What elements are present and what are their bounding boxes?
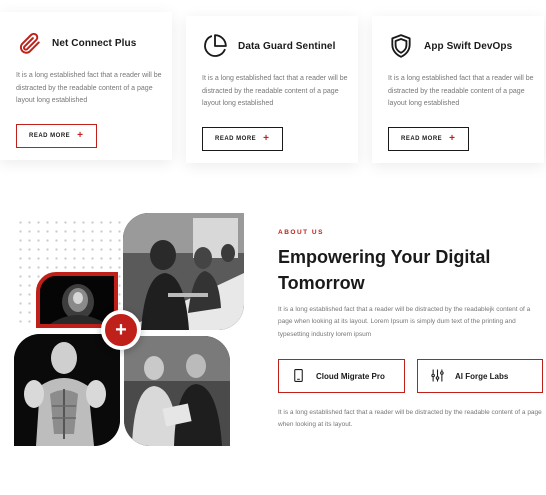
feature-label: Cloud Migrate Pro — [316, 371, 385, 381]
section-heading: Empowering Your Digital Tomorrow — [278, 247, 491, 293]
card-title: Data Guard Sentinel — [238, 40, 336, 52]
section-footnote: It is a long established fact that a rea… — [278, 409, 542, 429]
read-more-button[interactable]: READ MORE + — [388, 126, 469, 151]
service-card-data-guard: Data Guard Sentinel It is a long establi… — [186, 16, 358, 163]
mobile-icon — [291, 368, 306, 385]
read-more-button[interactable]: READ MORE + — [16, 123, 97, 148]
feature-ai-forge-button[interactable]: AI Forge Labs — [417, 359, 543, 393]
card-description: It is a long established fact that a rea… — [388, 75, 534, 107]
pie-chart-icon — [202, 33, 228, 59]
card-title: Net Connect Plus — [52, 37, 137, 49]
sliders-icon — [430, 368, 445, 385]
businessmen-tablet-photo — [124, 336, 230, 446]
read-more-label: READ MORE — [29, 132, 71, 139]
paperclip-icon — [16, 30, 42, 56]
read-more-label: READ MORE — [401, 135, 443, 142]
section-description: It is a long established fact that a rea… — [278, 306, 531, 338]
plus-icon: + — [77, 129, 84, 141]
feature-cloud-migrate-button[interactable]: Cloud Migrate Pro — [278, 359, 405, 393]
shield-icon — [388, 33, 414, 59]
section-label: ABOUT US — [278, 229, 324, 236]
plus-icon: + — [449, 132, 456, 144]
humanoid-robot-photo — [14, 334, 120, 446]
card-description: It is a long established fact that a rea… — [202, 75, 348, 107]
feature-label: AI Forge Labs — [455, 371, 509, 381]
team-meeting-photo — [123, 213, 244, 330]
service-card-net-connect: Net Connect Plus It is a long establishe… — [0, 12, 172, 160]
service-card-app-swift: App Swift DevOps It is a long establishe… — [372, 16, 544, 163]
read-more-button[interactable]: READ MORE + — [202, 126, 283, 151]
plus-icon: + — [263, 132, 270, 144]
card-description: It is a long established fact that a rea… — [16, 72, 162, 104]
collage-plus-badge: + — [101, 310, 141, 350]
card-title: App Swift DevOps — [424, 40, 513, 52]
read-more-label: READ MORE — [215, 135, 257, 142]
